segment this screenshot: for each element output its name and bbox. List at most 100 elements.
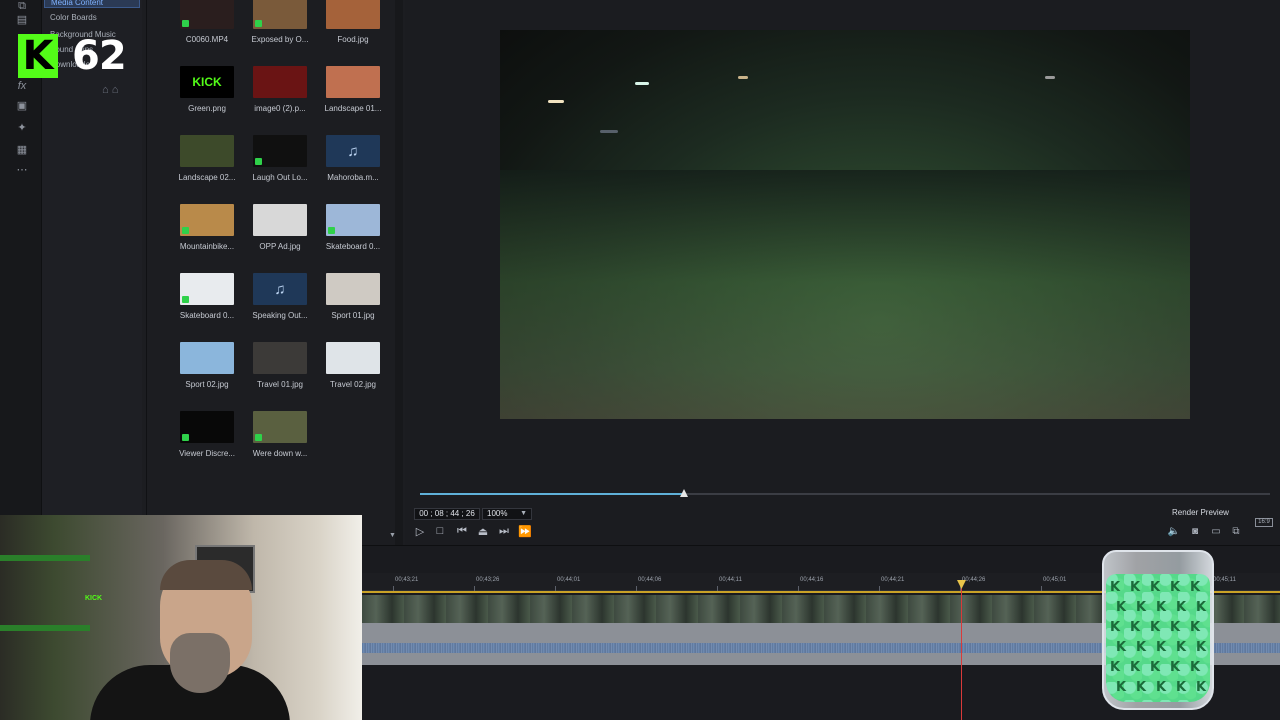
- zoom-value: 100%: [487, 509, 508, 518]
- jar-kick-token: K: [1150, 660, 1161, 675]
- shelf: [0, 625, 90, 631]
- media-filename: Landscape 01...: [324, 104, 382, 113]
- webcam-overlay: KICK: [0, 515, 362, 720]
- media-item[interactable]: C0060.MP4: [178, 0, 236, 59]
- streamer-beard: [170, 633, 230, 693]
- jar-kick-token: K: [1170, 660, 1181, 675]
- media-filename: Speaking Out...: [252, 311, 308, 320]
- jar-kick-token: K: [1176, 600, 1187, 615]
- panel-divider[interactable]: [146, 0, 147, 515]
- media-thumbnail: [253, 135, 307, 167]
- jar-kick-token: K: [1150, 580, 1161, 595]
- quality-icon[interactable]: ▭: [1209, 526, 1223, 537]
- tag-tools[interactable]: ⌂ ⌂: [102, 84, 118, 96]
- media-filename: Mahoroba.m...: [327, 173, 379, 182]
- media-item[interactable]: Skateboard 0...: [178, 273, 236, 335]
- play-icon[interactable]: ▷: [413, 525, 427, 538]
- jar-kick-token: K: [1170, 620, 1181, 635]
- prev-frame-icon[interactable]: ⏮: [455, 525, 469, 538]
- snapshot-step-icon[interactable]: ⏏: [476, 525, 490, 538]
- media-scrollbar[interactable]: [395, 0, 403, 545]
- media-item[interactable]: Landscape 02...: [178, 135, 236, 197]
- media-filename: Were down w...: [252, 449, 308, 458]
- jar-kick-token: K: [1110, 620, 1121, 635]
- media-item[interactable]: OPP Ad.jpg: [251, 204, 309, 266]
- webcam-kick-sign: KICK: [85, 595, 103, 602]
- media-filename: C0060.MP4: [185, 35, 229, 44]
- preview-scrub-progress: [420, 493, 684, 495]
- media-item[interactable]: Travel 01.jpg: [251, 342, 309, 404]
- video-preview[interactable]: [500, 30, 1190, 419]
- media-item[interactable]: Mountainbike...: [178, 204, 236, 266]
- jar-kick-token: K: [1176, 640, 1187, 655]
- media-item[interactable]: Sport 01.jpg: [324, 273, 382, 335]
- jar-kick-token: K: [1136, 640, 1147, 655]
- media-room-icon[interactable]: ⧉: [15, 0, 29, 12]
- jar-kick-token: K: [1130, 660, 1141, 675]
- jar-kick-token: K: [1116, 680, 1127, 695]
- timeline-playhead[interactable]: [961, 582, 962, 720]
- media-item[interactable]: Landscape 01...: [324, 66, 382, 128]
- media-thumbnail: [180, 273, 234, 305]
- media-item[interactable]: Laugh Out Lo...: [251, 135, 309, 197]
- media-filename: Skateboard 0...: [179, 311, 235, 320]
- titles-icon[interactable]: ▣: [15, 100, 29, 112]
- media-thumbnail: [326, 66, 380, 98]
- media-thumbnail: [326, 204, 380, 236]
- video-light: [1045, 76, 1055, 79]
- media-thumbnail: [253, 204, 307, 236]
- chapter-icon[interactable]: ▦: [15, 144, 29, 156]
- zoom-select[interactable]: 100% ▼: [482, 508, 532, 520]
- timeline-tick-label: 00;45;11: [1213, 577, 1236, 583]
- jar-kick-token: K: [1130, 580, 1141, 595]
- video-editor-window: ⧉ ▤ fx ▣ ✦ ▦ ⋯ Media Content Color Board…: [0, 0, 1280, 720]
- in-use-check-icon: [182, 20, 189, 27]
- fx-icon[interactable]: fx: [15, 80, 29, 92]
- transitions-icon[interactable]: ▤: [15, 14, 29, 26]
- media-thumbnail: KICK: [180, 66, 234, 98]
- more-icon[interactable]: ⋯: [15, 164, 29, 176]
- media-filename: Food.jpg: [337, 35, 369, 44]
- popout-icon[interactable]: ⧉: [1229, 526, 1243, 537]
- media-filename: Laugh Out Lo...: [252, 173, 308, 182]
- media-item[interactable]: ♫ Mahoroba.m...: [324, 135, 382, 197]
- media-filename: Travel 01.jpg: [257, 380, 303, 389]
- timeline-tick-label: 00;43;21: [395, 577, 419, 583]
- media-thumbnail: [253, 66, 307, 98]
- aspect-ratio-toggle[interactable]: 16:9: [1255, 518, 1273, 527]
- media-item[interactable]: Skateboard 0...: [324, 204, 382, 266]
- scroll-down-icon[interactable]: ▼: [389, 532, 396, 539]
- pip-icon[interactable]: ✦: [15, 122, 29, 134]
- fast-forward-icon[interactable]: ⏩: [518, 525, 532, 538]
- media-item[interactable]: Exposed by O...: [251, 0, 309, 59]
- timecode-display[interactable]: 00 ; 08 ; 44 ; 26: [414, 508, 480, 520]
- timeline-tick-label: 00;43;26: [476, 577, 500, 583]
- stop-icon[interactable]: □: [433, 525, 447, 537]
- media-item[interactable]: Travel 02.jpg: [324, 342, 382, 404]
- next-frame-icon[interactable]: ⏭: [497, 525, 511, 538]
- media-filename: Mountainbike...: [179, 242, 235, 251]
- render-preview-button[interactable]: Render Preview: [1172, 508, 1229, 517]
- media-item[interactable]: Were down w...: [251, 411, 309, 473]
- jar-kick-token: K: [1156, 600, 1167, 615]
- media-item[interactable]: image0 (2).p...: [251, 66, 309, 128]
- category-color-boards[interactable]: Color Boards: [50, 13, 97, 22]
- media-thumbnail: [253, 0, 307, 29]
- jar-kick-token: K: [1130, 620, 1141, 635]
- timeline-tick-label: 00;44;21: [881, 577, 905, 583]
- streamer-hair: [160, 560, 252, 590]
- in-use-check-icon: [255, 434, 262, 441]
- media-library-grid: C0060.MP4 Exposed by O... Food.jpg KICK Gree…: [156, 0, 392, 515]
- media-item[interactable]: Viewer Discre...: [178, 411, 236, 473]
- media-item[interactable]: KICK Green.png: [178, 66, 236, 128]
- media-item[interactable]: Food.jpg: [324, 0, 382, 59]
- preview-scrub-handle[interactable]: [679, 489, 688, 497]
- category-media-content[interactable]: Media Content: [44, 0, 140, 8]
- media-item[interactable]: ♫ Speaking Out...: [251, 273, 309, 335]
- jar-kick-token: K: [1196, 640, 1207, 655]
- jar-kick-token: K: [1110, 580, 1121, 595]
- jar-kick-token: K: [1156, 640, 1167, 655]
- camera-icon[interactable]: ◙: [1188, 526, 1202, 537]
- media-item[interactable]: Sport 02.jpg: [178, 342, 236, 404]
- volume-icon[interactable]: 🔈: [1167, 526, 1181, 537]
